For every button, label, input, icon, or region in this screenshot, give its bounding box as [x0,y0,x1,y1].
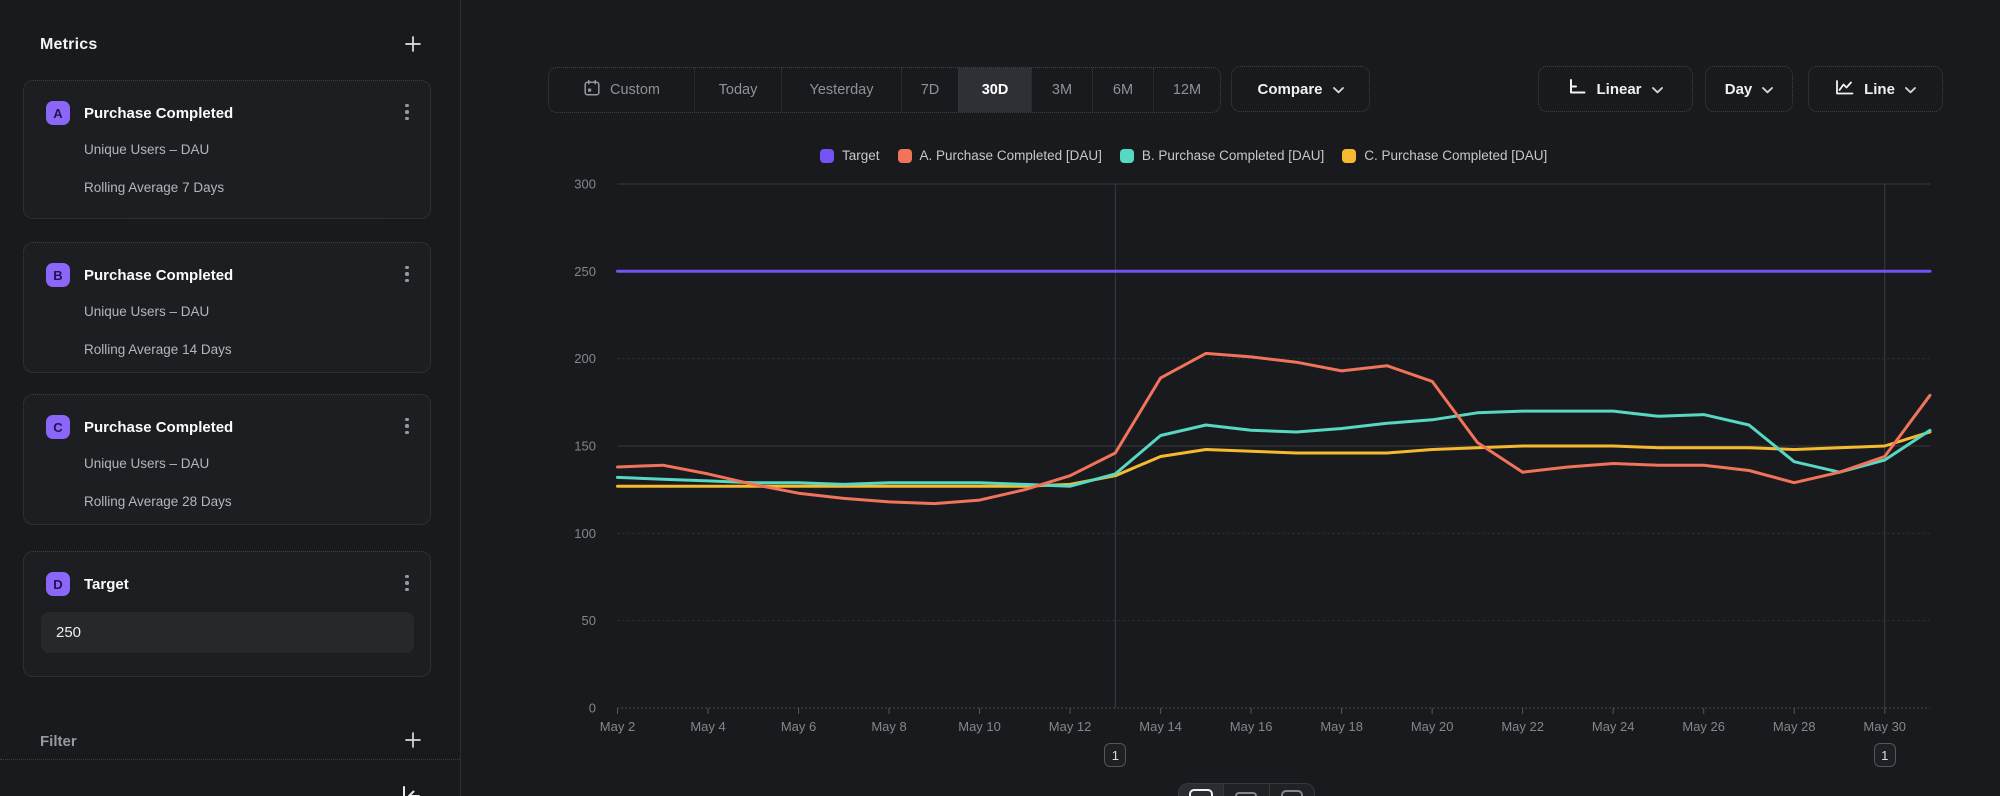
x-tick-label: May 4 [690,719,725,734]
analytics-dashboard: Metrics A Purchase Completed Unique User… [0,0,2000,796]
x-tick-label: May 8 [871,719,906,734]
x-tick-label: May 6 [781,719,816,734]
x-tick-label: May 12 [1049,719,1092,734]
x-tick-label: May 18 [1320,719,1363,734]
y-tick-label: 150 [574,439,596,454]
series-line-a [618,353,1931,503]
x-tick-label: May 16 [1230,719,1273,734]
line-chart: 0 50 100 150 200 250 300 May 2 May 4 May 6 May 8 Ma… [0,0,2000,796]
y-tick-label: 300 [574,177,596,192]
chart-medium-icon [1235,792,1257,796]
x-tick-label: May 26 [1682,719,1725,734]
y-tick-label: 100 [574,526,596,541]
annotation-badge[interactable]: 1 [1104,743,1126,767]
chart-large-icon [1189,789,1213,796]
x-tick-label: May 28 [1773,719,1816,734]
chart-large-icon-button[interactable] [1179,784,1223,796]
y-tick-label: 250 [574,264,596,279]
y-tick-label: 200 [574,351,596,366]
y-tick-label: 50 [582,613,596,628]
x-tick-label: May 24 [1592,719,1635,734]
x-tick-label: May 14 [1139,719,1182,734]
chart-medium-icon-button[interactable] [1223,784,1268,796]
x-tick-label: May 22 [1501,719,1544,734]
chart-small-icon [1281,790,1303,796]
x-tick-label: May 10 [958,719,1001,734]
chart-small-icon-button[interactable] [1269,784,1314,796]
x-tick-label: May 20 [1411,719,1454,734]
x-tick-label: May 2 [600,719,635,734]
chart-size-toggle [1178,783,1315,796]
series-line-c [618,432,1931,486]
x-tick-label: May 30 [1863,719,1906,734]
y-tick-label: 0 [589,701,596,716]
annotation-badge[interactable]: 1 [1874,743,1896,767]
